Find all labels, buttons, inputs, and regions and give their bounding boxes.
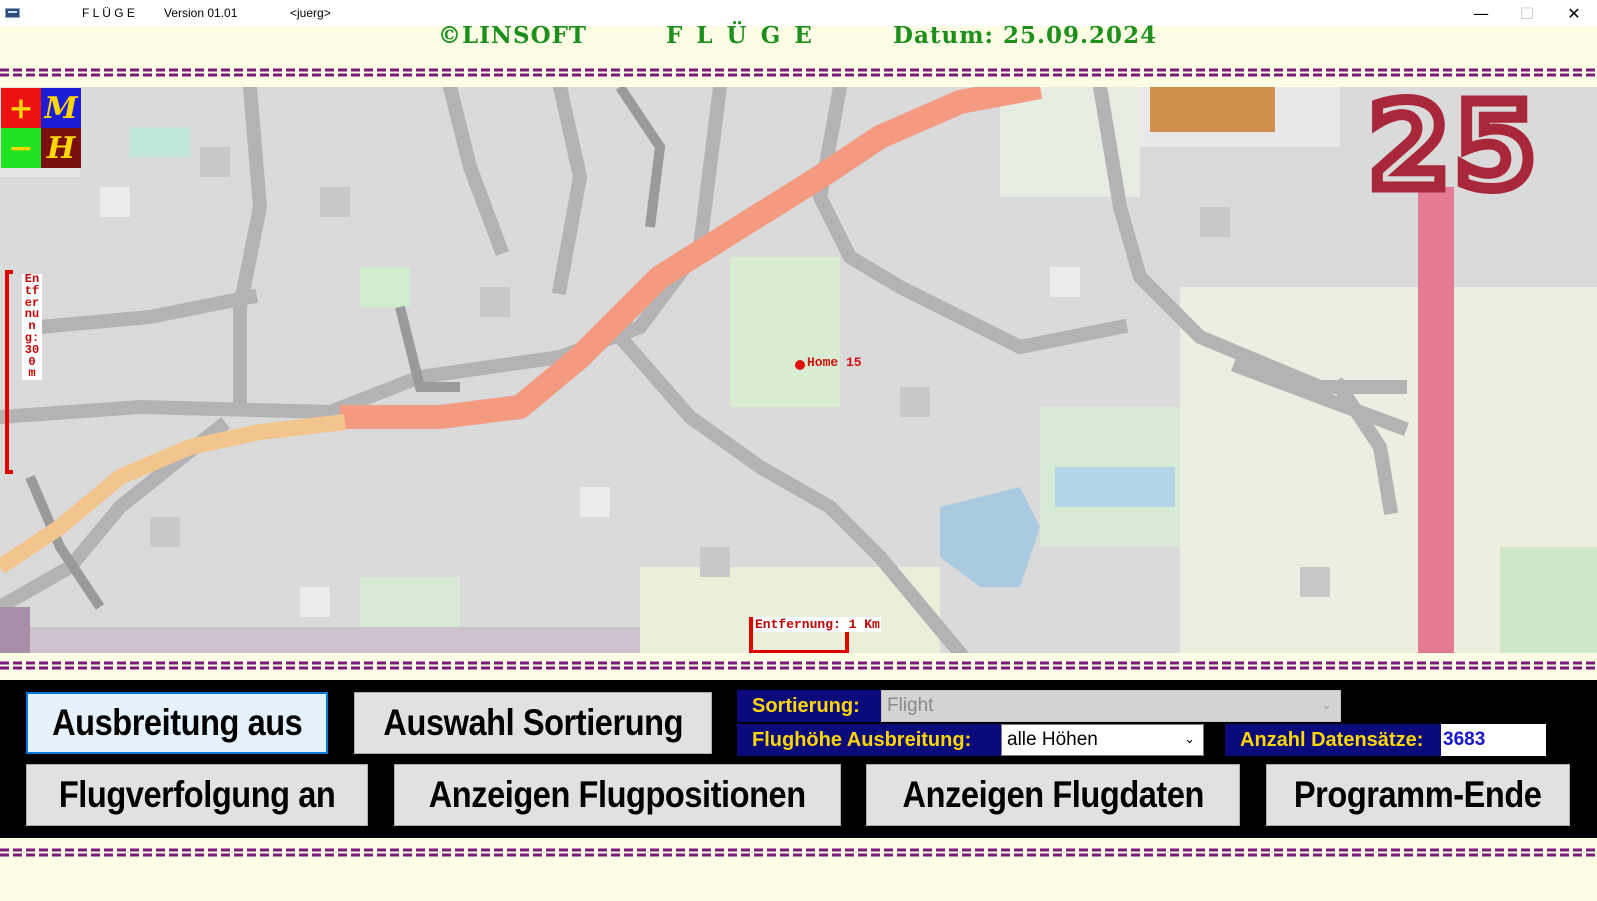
- map-mode-button[interactable]: M: [41, 88, 81, 128]
- anzeigen-flugpositionen-button[interactable]: Anzeigen Flugpositionen: [394, 764, 841, 826]
- vertical-scale-label: Entfernung: 300 m: [22, 273, 42, 381]
- chevron-down-icon: ⌄: [1184, 731, 1195, 747]
- ausbreitung-button-label: Ausbreitung aus: [51, 702, 303, 743]
- page-title: F L Ü G E: [666, 22, 815, 49]
- zoom-out-button[interactable]: −: [1, 128, 41, 168]
- vertical-scale-frame: [5, 270, 13, 474]
- sortierung-value: Flight: [887, 695, 934, 716]
- auswahl-sortierung-label: Auswahl Sortierung: [383, 702, 683, 743]
- map-view[interactable]: 25 + M − H Home 15 Entfernung: 300 m Ent…: [0, 87, 1597, 653]
- sortierung-label: Sortierung:: [737, 690, 881, 722]
- home-marker-icon[interactable]: [795, 360, 805, 370]
- app-icon[interactable]: [5, 8, 20, 18]
- programm-ende-label: Programm-Ende: [1294, 774, 1542, 815]
- close-button[interactable]: ✕: [1551, 0, 1597, 26]
- chevron-down-icon: ⌄: [1321, 697, 1332, 713]
- anzahl-field[interactable]: 3683: [1441, 724, 1546, 756]
- app-version: Version 01.01: [164, 6, 238, 20]
- maximize-button[interactable]: ☐: [1504, 0, 1550, 26]
- divider-top: [0, 68, 1597, 77]
- divider-bottom: [0, 848, 1597, 857]
- minimize-button[interactable]: —: [1458, 0, 1504, 26]
- ausbreitung-button[interactable]: Ausbreitung aus: [26, 692, 328, 754]
- home-label: Home 15: [807, 355, 862, 370]
- flughoehe-select[interactable]: alle Höhen ⌄: [1001, 724, 1204, 756]
- date-label: Datum: 25.09.2024: [893, 22, 1158, 49]
- flugverfolgung-button[interactable]: Flugverfolgung an: [26, 764, 368, 826]
- flugdaten-label: Anzeigen Flugdaten: [902, 774, 1204, 815]
- app-name: F L Ü G E: [82, 6, 135, 20]
- road-number-label: 25: [1368, 87, 1540, 215]
- map-tiles: 25: [0, 87, 1597, 653]
- horizontal-scale-label: Entfernung: 1 Km: [754, 617, 881, 632]
- flughoehe-value: alle Höhen: [1007, 729, 1098, 750]
- flugverfolgung-label: Flugverfolgung an: [58, 774, 336, 815]
- sortierung-select[interactable]: Flight ⌄: [881, 690, 1341, 722]
- auswahl-sortierung-button[interactable]: Auswahl Sortierung: [354, 692, 712, 754]
- flugpositionen-label: Anzeigen Flugpositionen: [429, 774, 806, 815]
- control-panel: Ausbreitung aus Auswahl Sortierung Sorti…: [0, 680, 1597, 838]
- user-name: <juerg>: [290, 6, 331, 20]
- programm-ende-button[interactable]: Programm-Ende: [1266, 764, 1570, 826]
- zoom-in-button[interactable]: +: [1, 88, 41, 128]
- anzeigen-flugdaten-button[interactable]: Anzeigen Flugdaten: [866, 764, 1240, 826]
- divider-middle: [0, 661, 1597, 670]
- anzahl-label: Anzahl Datensätze:: [1225, 724, 1441, 756]
- flughoehe-label: Flughöhe Ausbreitung:: [737, 724, 1001, 756]
- vertical-scale: Entfernung: 300 m: [5, 270, 42, 474]
- copyright-label: ©LINSOFT: [438, 22, 588, 49]
- home-button[interactable]: H: [41, 128, 81, 168]
